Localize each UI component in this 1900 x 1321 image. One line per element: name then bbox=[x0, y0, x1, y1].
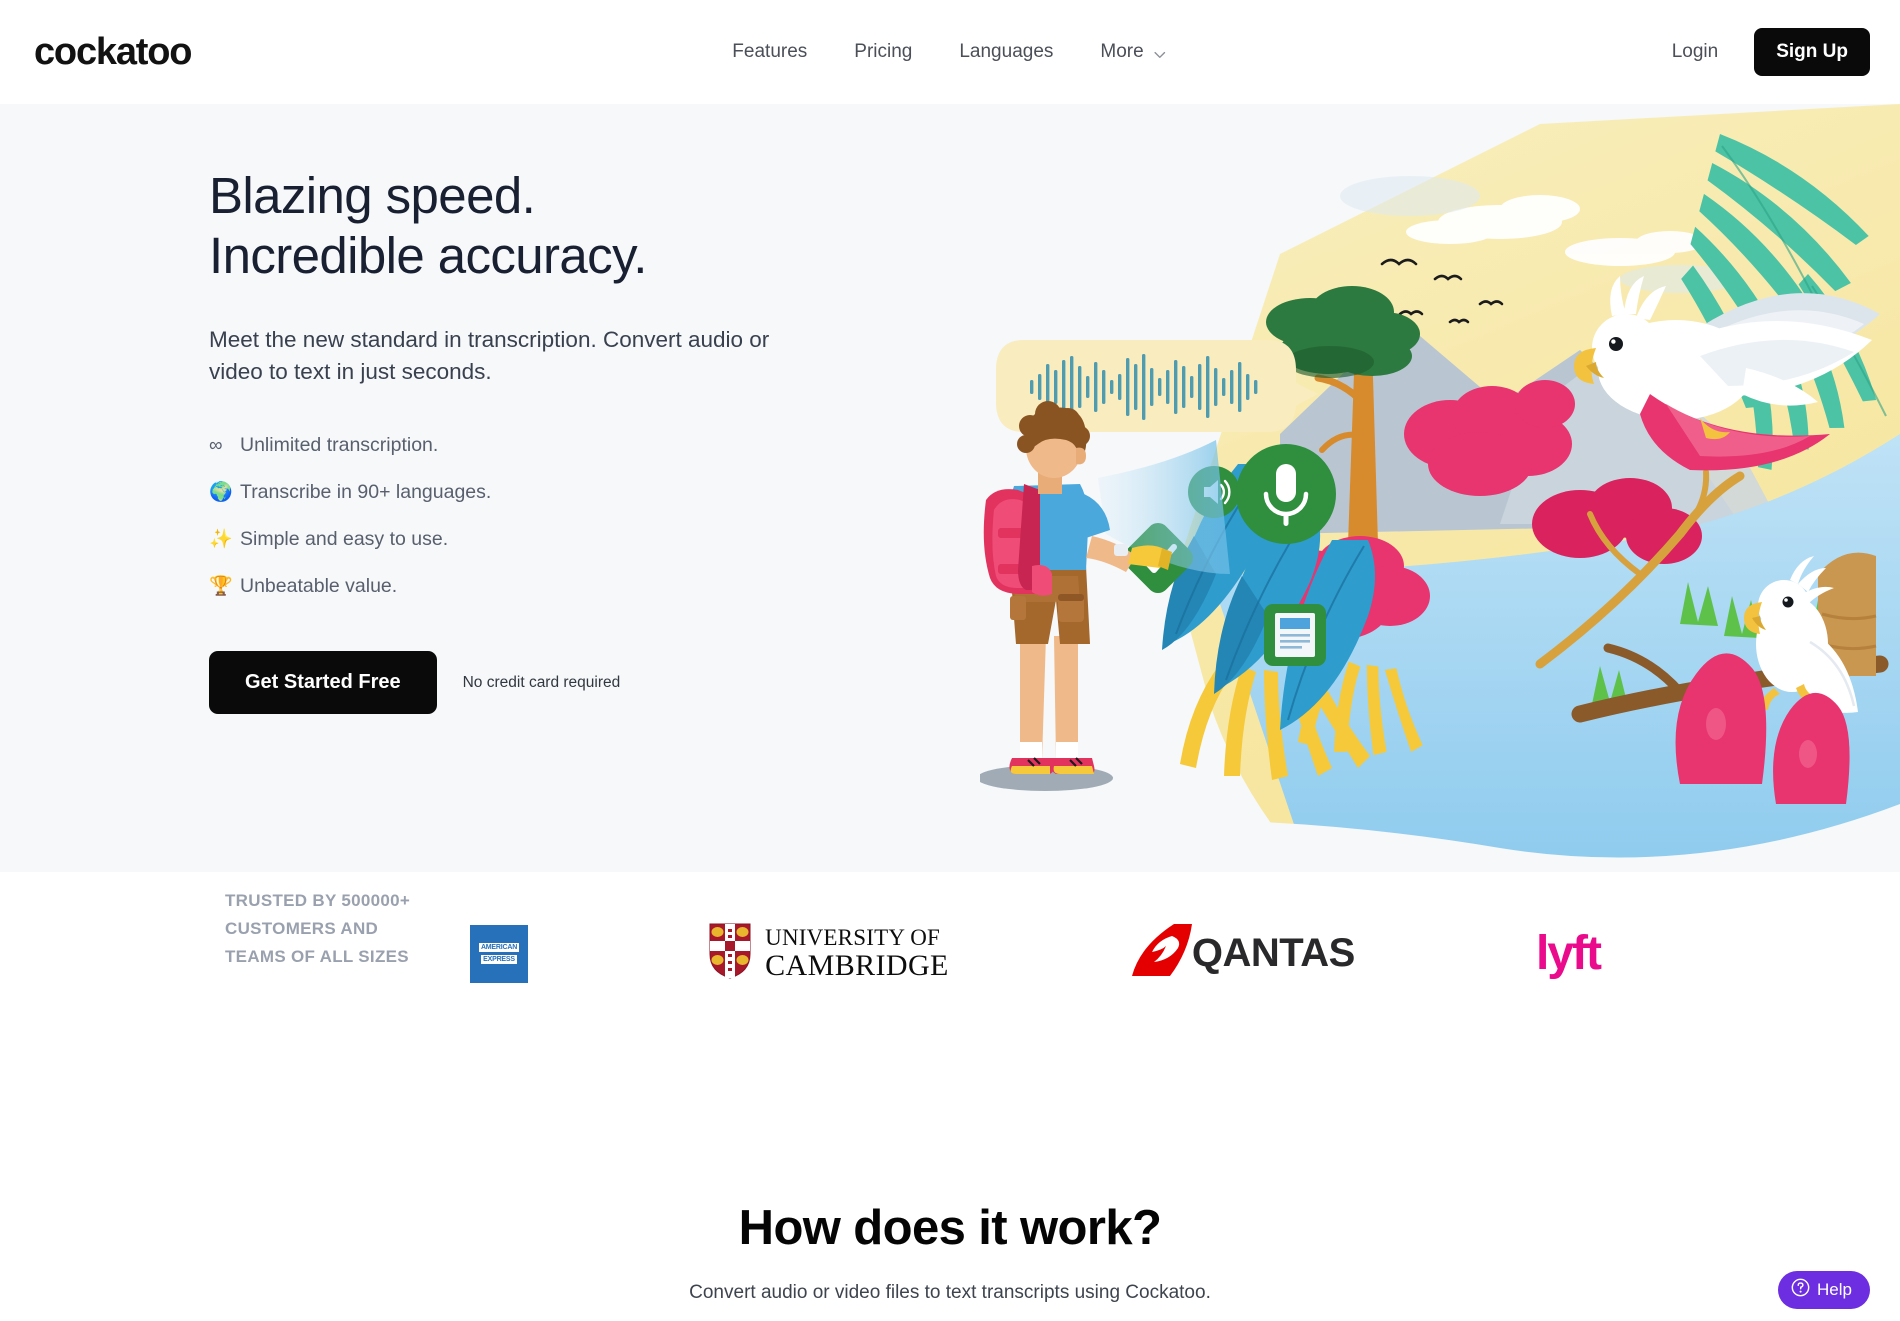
cambridge-line-2: CAMBRIDGE bbox=[765, 948, 949, 982]
help-widget-label: Help bbox=[1817, 1280, 1852, 1299]
feature-item-unlimited: ∞ Unlimited transcription. bbox=[209, 434, 849, 457]
login-link[interactable]: Login bbox=[1672, 41, 1719, 63]
headline-line-1: Blazing speed. bbox=[209, 167, 536, 224]
qantas-logo: QANTAS bbox=[1130, 922, 1355, 985]
chevron-down-icon bbox=[1153, 46, 1168, 61]
nav-item-languages[interactable]: Languages bbox=[959, 41, 1053, 63]
customer-logo-strip: AMERICAN EXPRESS UNIVERSITY OF CAMBRIDGE… bbox=[470, 922, 1602, 985]
feature-label: Simple and easy to use. bbox=[240, 527, 449, 550]
university-of-cambridge-logo: UNIVERSITY OF CAMBRIDGE bbox=[709, 923, 949, 984]
site-header: cockatoo Features Pricing Languages More… bbox=[0, 0, 1900, 104]
help-widget-button[interactable]: Help bbox=[1778, 1271, 1870, 1309]
nav-label: More bbox=[1100, 41, 1144, 62]
nav-item-pricing[interactable]: Pricing bbox=[854, 41, 912, 63]
amex-mark: AMERICAN EXPRESS bbox=[470, 924, 528, 983]
cta-note: No credit card required bbox=[462, 673, 621, 691]
cambridge-wordmark: UNIVERSITY OF CAMBRIDGE bbox=[765, 924, 949, 982]
amex-line-1: AMERICAN bbox=[478, 943, 520, 952]
feature-label: Transcribe in 90+ languages. bbox=[240, 480, 492, 503]
transcript-document-icon bbox=[1264, 604, 1326, 666]
amex-line-2: EXPRESS bbox=[481, 955, 517, 964]
qantas-tail-icon bbox=[1130, 922, 1196, 985]
hero-section: Blazing speed. Incredible accuracy. Meet… bbox=[0, 104, 1900, 872]
nav-label: Pricing bbox=[854, 41, 913, 62]
nav-item-features[interactable]: Features bbox=[732, 41, 807, 63]
trusted-by-section: TRUSTED BY 500000+ CUSTOMERS AND TEAMS O… bbox=[0, 872, 1900, 1172]
hero-feature-list: ∞ Unlimited transcription. 🌍 Transcribe … bbox=[209, 434, 849, 598]
american-express-logo: AMERICAN EXPRESS bbox=[470, 924, 528, 983]
trusted-by-label: TRUSTED BY 500000+ CUSTOMERS AND TEAMS O… bbox=[225, 891, 411, 967]
signup-button[interactable]: Sign Up bbox=[1754, 28, 1870, 76]
cambridge-line-1: UNIVERSITY OF bbox=[765, 924, 941, 950]
feature-label: Unbeatable value. bbox=[240, 574, 398, 597]
how-it-works-section: How does it work? Convert audio or video… bbox=[0, 1172, 1900, 1304]
sparkles-icon: ✨ bbox=[209, 529, 233, 551]
get-started-button[interactable]: Get Started Free bbox=[209, 651, 437, 715]
nav-label: Features bbox=[732, 41, 808, 62]
lyft-logo: lyft bbox=[1535, 926, 1602, 980]
hero-cta-row: Get Started Free No credit card required bbox=[209, 651, 849, 715]
feature-label: Unlimited transcription. bbox=[240, 434, 439, 457]
microphone-icon bbox=[1236, 444, 1336, 544]
hero-subheading: Meet the new standard in transcription. … bbox=[209, 327, 770, 385]
nav-item-more[interactable]: More bbox=[1100, 41, 1167, 63]
how-it-works-subtitle: Convert audio or video files to text tra… bbox=[689, 1282, 1211, 1303]
feature-item-languages: 🌍 Transcribe in 90+ languages. bbox=[209, 480, 849, 504]
nav-label: Languages bbox=[959, 41, 1054, 62]
lyft-wordmark: lyft bbox=[1535, 926, 1602, 980]
page-title: Blazing speed. Incredible accuracy. bbox=[209, 166, 849, 286]
header-actions: Login Sign Up bbox=[1672, 28, 1870, 76]
main-nav: Features Pricing Languages More bbox=[732, 41, 1167, 63]
feature-item-value: 🏆 Unbeatable value. bbox=[209, 574, 849, 598]
how-it-works-title: How does it work? bbox=[738, 1201, 1162, 1255]
jungle-cockatoo-illustration bbox=[980, 104, 1900, 872]
infinity-icon: ∞ bbox=[209, 434, 223, 456]
trophy-icon: 🏆 bbox=[209, 576, 233, 598]
logo-text: cockatoo bbox=[34, 31, 192, 73]
headline-line-2: Incredible accuracy. bbox=[209, 227, 647, 285]
question-circle-icon bbox=[1791, 1278, 1810, 1302]
feature-item-simple: ✨ Simple and easy to use. bbox=[209, 527, 849, 551]
logo[interactable]: cockatoo bbox=[32, 30, 192, 75]
globe-icon: 🌍 bbox=[209, 482, 233, 504]
cambridge-shield-icon bbox=[709, 923, 751, 984]
hero-copy: Blazing speed. Incredible accuracy. Meet… bbox=[209, 166, 849, 715]
qantas-wordmark: QANTAS bbox=[1191, 931, 1355, 975]
